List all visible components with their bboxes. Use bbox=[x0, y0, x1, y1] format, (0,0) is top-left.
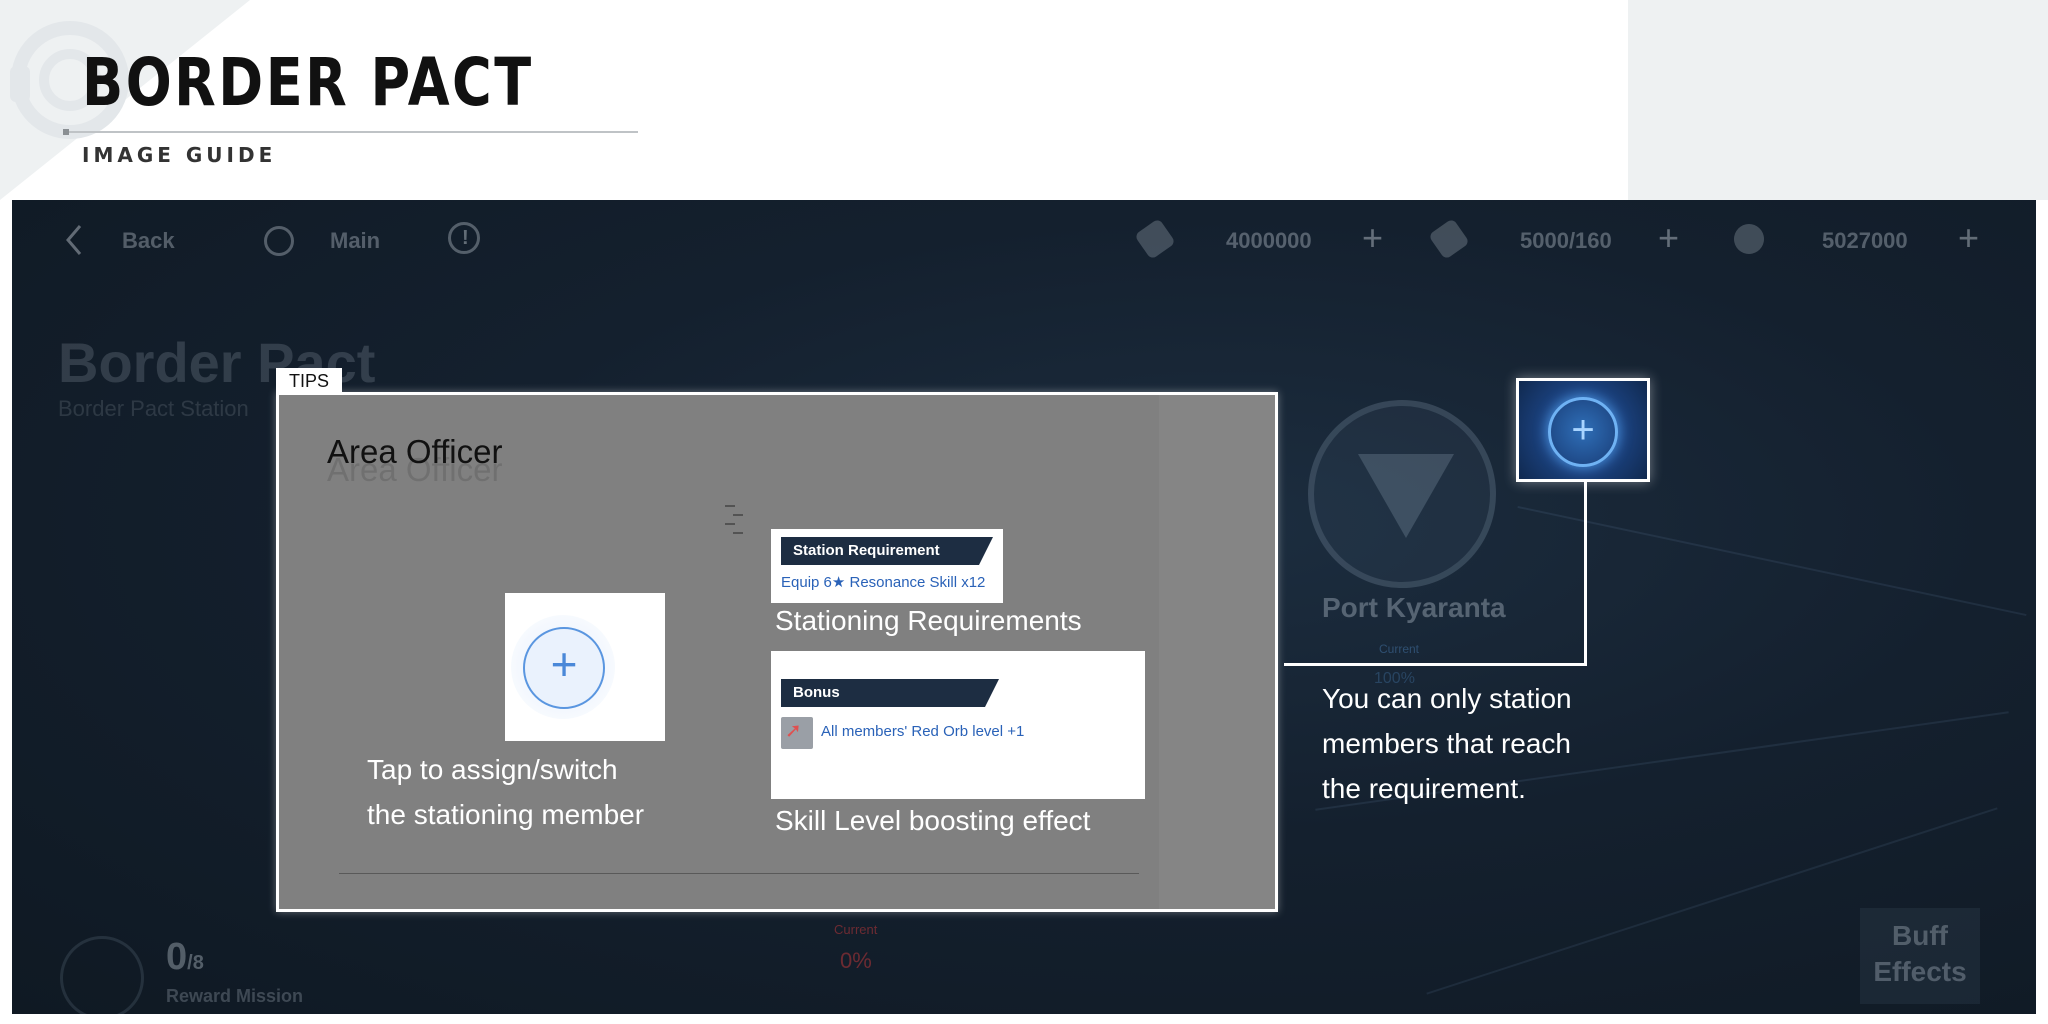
station-slot-highlight[interactable]: + bbox=[1516, 378, 1650, 482]
callout-line: the requirement. bbox=[1322, 773, 1526, 804]
callout-line: members that reach bbox=[1322, 728, 1571, 759]
home-icon[interactable] bbox=[264, 226, 294, 256]
assign-note: Tap to assign/switch the stationing memb… bbox=[367, 747, 667, 837]
callout-connector bbox=[1284, 663, 1587, 666]
port-emblem-icon bbox=[1358, 454, 1454, 538]
buff-label-line2: Effects bbox=[1873, 956, 1967, 987]
assign-note-line: Tap to assign/switch bbox=[367, 754, 618, 785]
bottom-current-label: Current bbox=[834, 922, 878, 937]
decoration-dashes bbox=[719, 505, 759, 545]
back-button[interactable]: Back bbox=[122, 228, 175, 254]
info-icon[interactable]: ! bbox=[448, 222, 480, 254]
reward-count: 0 bbox=[166, 936, 188, 978]
bonus-card: Bonus ➚ All members' Red Orb level +1 bbox=[771, 651, 1145, 799]
decoration-line bbox=[339, 873, 1139, 874]
requirement-header: Station Requirement bbox=[781, 537, 993, 565]
add-member-icon[interactable]: + bbox=[523, 627, 605, 709]
guide-subtitle: IMAGE GUIDE bbox=[82, 143, 277, 167]
requirement-caption: Stationing Requirements bbox=[775, 605, 1082, 636]
map-route-line bbox=[1517, 505, 2027, 617]
callout-note: You can only station members that reach … bbox=[1322, 676, 1622, 811]
area-title: Area Officer bbox=[327, 433, 503, 470]
reward-total: /8 bbox=[187, 952, 204, 974]
station-requirement-card: Station Requirement Equip 6★ Resonance S… bbox=[771, 529, 1003, 603]
tips-label: TIPS bbox=[276, 368, 342, 394]
ticket-icon bbox=[1134, 218, 1176, 260]
reward-progress: 0/8 bbox=[166, 936, 204, 979]
port-emblem[interactable] bbox=[1308, 400, 1496, 588]
resource-value: 5027000 bbox=[1822, 228, 1908, 253]
panel-sheen bbox=[1159, 395, 1275, 909]
back-arrow-icon[interactable] bbox=[62, 222, 86, 258]
port-name: Port Kyaranta bbox=[1322, 592, 1506, 623]
callout-connector bbox=[1584, 482, 1587, 666]
requirement-text: Equip 6★ Resonance Skill x12 bbox=[781, 574, 986, 591]
main-button[interactable]: Main bbox=[330, 228, 380, 254]
add-battery-button[interactable]: + bbox=[1658, 220, 1679, 256]
resource-value: 4000000 bbox=[1226, 228, 1312, 253]
add-coin-button[interactable]: + bbox=[1958, 220, 1979, 256]
tips-panel: Area Officer Area Officer + Tap to assig… bbox=[276, 392, 1278, 912]
reward-badge-icon[interactable] bbox=[60, 936, 144, 1014]
assign-member-card[interactable]: + bbox=[505, 593, 665, 741]
guide-header: BORDER PACT IMAGE GUIDE bbox=[0, 0, 2048, 200]
page-subtitle: Border Pact Station bbox=[58, 396, 249, 421]
guide-title: BORDER PACT bbox=[82, 44, 534, 121]
add-member-icon: + bbox=[1548, 397, 1618, 467]
red-orb-icon: ➚ bbox=[781, 717, 813, 749]
add-ticket-button[interactable]: + bbox=[1362, 220, 1383, 256]
buff-label-line1: Buff bbox=[1892, 920, 1948, 951]
battery-icon bbox=[1428, 218, 1470, 260]
reward-mission-label[interactable]: Reward Mission bbox=[166, 986, 303, 1007]
game-screen: Back Main ! 4000000 + 5000/160 + 5027000… bbox=[12, 200, 2036, 1014]
bonus-caption: Skill Level boosting effect bbox=[775, 805, 1091, 836]
bottom-current-value: 0% bbox=[840, 948, 872, 973]
resource-value: 5000/160 bbox=[1520, 228, 1612, 253]
port-current-label: Current bbox=[1379, 642, 1420, 656]
title-divider-dot bbox=[63, 129, 69, 135]
bonus-header: Bonus bbox=[781, 679, 999, 707]
assign-note-line: the stationing member bbox=[367, 799, 645, 830]
header-decoration-right bbox=[1628, 0, 2048, 200]
bonus-text: All members' Red Orb level +1 bbox=[821, 723, 1025, 740]
callout-line: You can only station bbox=[1322, 683, 1572, 714]
buff-effects-button[interactable]: Buff Effects bbox=[1860, 908, 1980, 1004]
title-divider bbox=[64, 131, 638, 133]
coin-icon bbox=[1728, 218, 1770, 260]
